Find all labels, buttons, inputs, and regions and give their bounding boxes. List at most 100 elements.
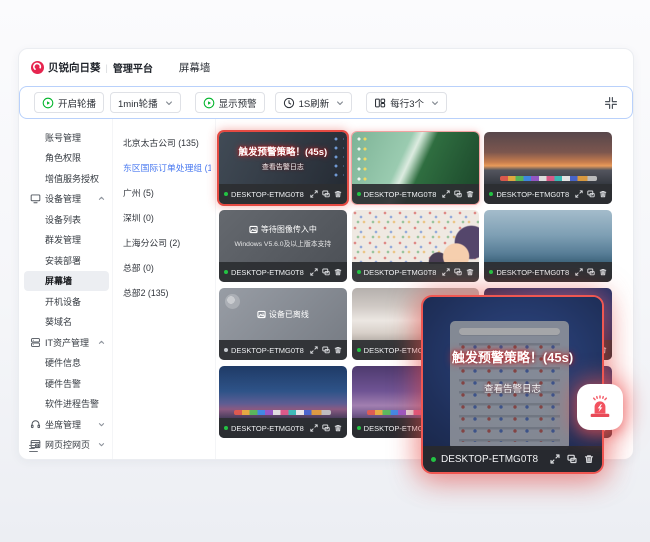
sidebar-item-开机设备[interactable]: 开机设备 <box>24 291 109 312</box>
show-alerts-button[interactable]: 显示预警 <box>195 92 265 113</box>
delete-icon[interactable] <box>599 190 607 198</box>
fullscreen-icon[interactable] <box>310 346 318 354</box>
compress-view-icon[interactable] <box>604 96 618 110</box>
group-item[interactable]: 总部 (0) <box>123 255 211 280</box>
tile-device-actions <box>442 190 474 198</box>
popup-alert-log-link[interactable]: 查看告警日志 <box>484 381 541 395</box>
per-row-button[interactable]: 每行3个 <box>366 92 447 113</box>
remote-control-icon[interactable] <box>322 268 330 276</box>
sidebar-item-群发管理[interactable]: 群发管理 <box>24 230 109 251</box>
tile-device-name: DESKTOP-ETMG0T8 <box>231 190 304 199</box>
screen-tile[interactable]: DESKTOP-ETMG0T8 <box>352 210 480 282</box>
remote-control-icon[interactable] <box>454 268 462 276</box>
sidebar-item-label: 硬件告警 <box>45 377 81 390</box>
tile-device-bar: DESKTOP-ETMG0T8 <box>219 184 347 204</box>
group-item[interactable]: 东区国际订单处理组 (12) <box>123 155 211 180</box>
sidebar-item-软件进程告警[interactable]: 软件进程告警 <box>24 394 109 415</box>
tile-device-actions <box>310 346 342 354</box>
sidebar-item-label: 坐席管理 <box>45 418 81 431</box>
delete-icon[interactable] <box>584 454 594 464</box>
carousel-interval-label: 1min轮播 <box>118 96 158 110</box>
fullscreen-icon[interactable] <box>310 190 318 198</box>
refresh-interval-label: 1S刷新 <box>299 96 330 110</box>
remote-control-icon[interactable] <box>322 190 330 198</box>
remote-control-icon[interactable] <box>322 424 330 432</box>
online-status-dot <box>224 426 228 430</box>
play-icon <box>203 97 215 109</box>
sidebar-item-label: 葵域名 <box>45 315 72 328</box>
fullscreen-icon[interactable] <box>310 424 318 432</box>
fullscreen-icon[interactable] <box>442 268 450 276</box>
per-row-label: 每行3个 <box>390 96 424 110</box>
fullscreen-icon[interactable] <box>442 190 450 198</box>
group-item[interactable]: 上海分公司 (2) <box>123 230 211 255</box>
tile-device-actions <box>575 190 607 198</box>
sidebar-item-label: 网页控网页 <box>45 438 90 451</box>
tile-device-bar: DESKTOP-ETMG0T8 <box>484 184 612 204</box>
start-carousel-label: 开启轮播 <box>58 96 96 110</box>
fullscreen-icon[interactable] <box>310 268 318 276</box>
remote-control-icon[interactable] <box>322 346 330 354</box>
start-carousel-button[interactable]: 开启轮播 <box>34 92 104 113</box>
remote-control-icon[interactable] <box>454 190 462 198</box>
tile-alert-overlay: 触发预警策略！(45s) 查看告警日志 <box>219 132 347 184</box>
delete-icon[interactable] <box>466 190 474 198</box>
online-status-dot <box>357 270 361 274</box>
fullscreen-icon[interactable] <box>575 268 583 276</box>
sidebar-item-硬件告警[interactable]: 硬件告警 <box>24 373 109 394</box>
brand-name: 贝锐向日葵 <box>48 60 101 75</box>
sidebar-item-角色权限[interactable]: 角色权限 <box>24 148 109 169</box>
offline-status-dot <box>224 348 228 352</box>
monitor-icon <box>30 193 41 204</box>
remote-control-icon[interactable] <box>567 454 577 464</box>
sidebar-item-label: 增值服务授权 <box>45 172 99 185</box>
delete-icon[interactable] <box>334 190 342 198</box>
alert-popup[interactable]: 触发预警策略！(45s) 查看告警日志 DESKTOP-ETMG0T8 <box>423 297 602 472</box>
sidebar-item-设备列表[interactable]: 设备列表 <box>24 209 109 230</box>
delete-icon[interactable] <box>599 268 607 276</box>
tile-alert-log-link[interactable]: 查看告警日志 <box>262 162 304 172</box>
tile-alert-title: 触发预警策略！(45s) <box>238 144 327 158</box>
remote-control-icon[interactable] <box>587 268 595 276</box>
delete-icon[interactable] <box>334 268 342 276</box>
sidebar-item-硬件信息[interactable]: 硬件信息 <box>24 353 109 374</box>
sidebar-item-label: 角色权限 <box>45 151 81 164</box>
delete-icon[interactable] <box>334 346 342 354</box>
sidebar-item-label: 屏幕墙 <box>45 274 72 287</box>
tab-screen-wall[interactable]: 屏幕墙 <box>179 60 211 75</box>
group-item[interactable]: 广州 (5) <box>123 180 211 205</box>
screen-tile[interactable]: 设备已离线DESKTOP-ETMG0T8 <box>219 288 347 360</box>
screen-tile[interactable]: DESKTOP-ETMG0T8 <box>484 210 612 282</box>
sidebar-item-屏幕墙[interactable]: 屏幕墙 <box>24 271 109 292</box>
tile-device-bar: DESKTOP-ETMG0T8 <box>484 262 612 282</box>
group-item[interactable]: 总部2 (135) <box>123 280 211 305</box>
delete-icon[interactable] <box>466 268 474 276</box>
refresh-interval-button[interactable]: 1S刷新 <box>275 92 353 113</box>
sidebar-item-IT资产管理[interactable]: IT资产管理 <box>24 332 109 353</box>
sidebar-item-账号管理[interactable]: 账号管理 <box>24 127 109 148</box>
fullscreen-icon[interactable] <box>550 454 560 464</box>
tile-device-bar: DESKTOP-ETMG0T8 <box>352 262 480 282</box>
group-item[interactable]: 北京太古公司 (135) <box>123 130 211 155</box>
delete-icon[interactable] <box>334 424 342 432</box>
carousel-interval-button[interactable]: 1min轮播 <box>110 92 181 113</box>
sidebar-collapse-icon[interactable] <box>28 443 39 454</box>
screen-tile[interactable]: DESKTOP-ETMG0T8 <box>219 366 347 438</box>
remote-control-icon[interactable] <box>587 190 595 198</box>
fullscreen-icon[interactable] <box>575 190 583 198</box>
screen-tile[interactable]: DESKTOP-ETMG0T8 <box>352 132 480 204</box>
screen-tile[interactable]: 触发预警策略！(45s) 查看告警日志 DESKTOP-ETMG0T8 <box>219 132 347 204</box>
sidebar-item-安装部署[interactable]: 安装部署 <box>24 250 109 271</box>
sidebar-item-label: 开机设备 <box>45 295 81 308</box>
tile-device-name: DESKTOP-ETMG0T8 <box>231 424 304 433</box>
alarm-badge[interactable] <box>577 384 623 430</box>
screen-tile[interactable]: DESKTOP-ETMG0T8 <box>484 132 612 204</box>
sidebar-item-坐席管理[interactable]: 坐席管理 <box>24 414 109 435</box>
sidebar-item-设备管理[interactable]: 设备管理 <box>24 189 109 210</box>
play-icon <box>42 97 54 109</box>
sidebar-item-葵域名[interactable]: 葵域名 <box>24 312 109 333</box>
sidebar-item-增值服务授权[interactable]: 增值服务授权 <box>24 168 109 189</box>
screen-tile[interactable]: 等待图像传入中Windows V5.6.0及以上版本支持DESKTOP-ETMG… <box>219 210 347 282</box>
group-item[interactable]: 深圳 (0) <box>123 205 211 230</box>
sidebar-item-label: 设备列表 <box>45 213 81 226</box>
